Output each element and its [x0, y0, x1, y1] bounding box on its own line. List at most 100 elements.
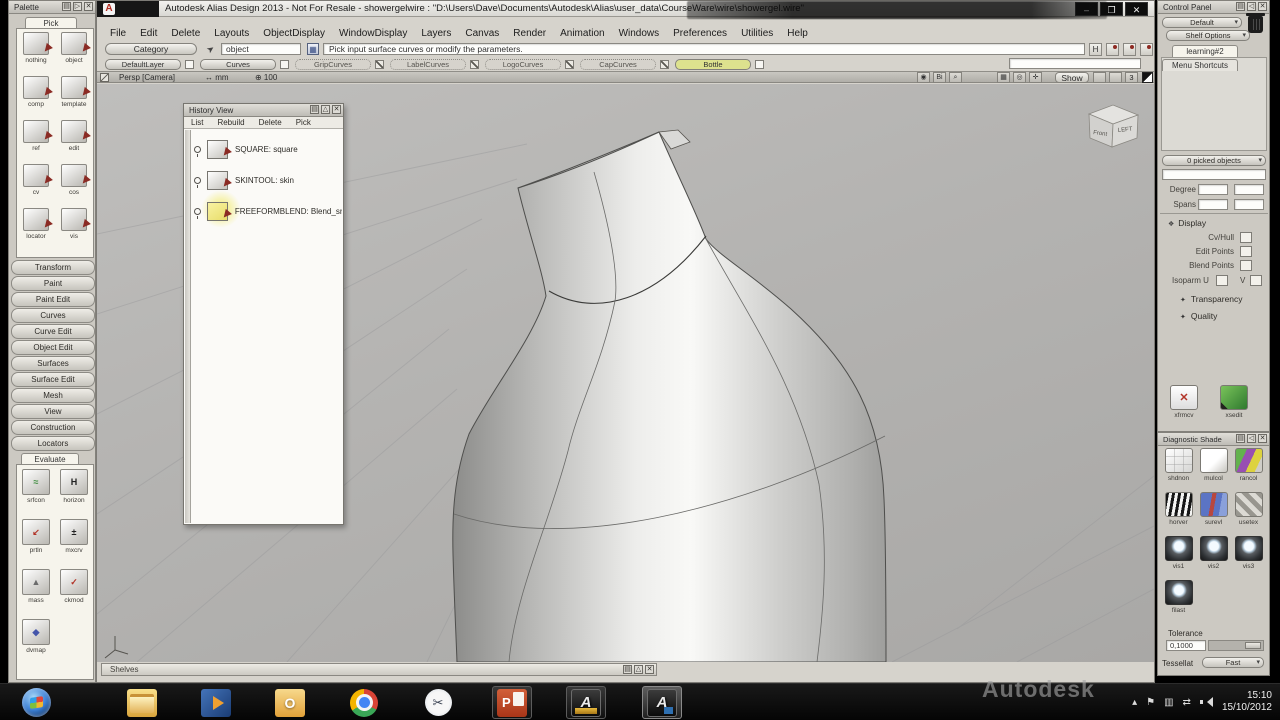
layer-visibility-checkbox[interactable] — [280, 60, 289, 69]
history-titlebar[interactable]: History View ▤ △ ✕ — [184, 104, 343, 117]
taskbar-slot-snipping-tool[interactable] — [418, 686, 458, 719]
history-toggle-icon[interactable] — [194, 177, 201, 184]
expander-transparency[interactable]: Transparency — [1180, 294, 1243, 304]
palette-tool-ckmod[interactable]: ✓ ckmod — [55, 569, 93, 619]
tool-option-icon-2[interactable] — [1123, 43, 1136, 56]
control-panel-collapse-icon[interactable]: ◁ — [1247, 2, 1256, 11]
display-section-header[interactable]: Display — [1168, 218, 1206, 228]
devices-icon[interactable]: ▥ — [1164, 697, 1173, 708]
taskbar-slot-alias-design[interactable] — [642, 686, 682, 719]
shelves-menu-icon[interactable]: ▤ — [623, 665, 632, 674]
taskbar-slot-powerpoint[interactable] — [492, 686, 532, 719]
taskbar-slot-chrome[interactable] — [344, 686, 384, 719]
diagnostic-tool-vis1[interactable]: vis1 — [1161, 536, 1196, 580]
history-item[interactable]: FREEFORMBLEND: Blend_sr — [194, 198, 342, 224]
shelf-dropdown[interactable]: Default — [1162, 17, 1242, 28]
isoparm-v-checkbox[interactable] — [1250, 275, 1262, 286]
palette-section-curves[interactable]: Curves — [11, 308, 95, 323]
menu-utilities[interactable]: Utilities — [734, 27, 780, 42]
menu-objectdisplay[interactable]: ObjectDisplay — [256, 27, 332, 42]
diagnostic-tool-vis3[interactable]: vis3 — [1231, 536, 1266, 580]
palette-section-curve-edit[interactable]: Curve Edit — [11, 324, 95, 339]
layer-LabelCurves[interactable]: LabelCurves — [390, 59, 466, 70]
prompt-message-field[interactable]: Pick input surface curves or modify the … — [323, 43, 1085, 55]
close-button[interactable]: ✕ — [1125, 2, 1148, 16]
tolerance-slider-handle[interactable] — [1245, 642, 1261, 649]
tool-xsedit[interactable]: xsedit — [1216, 385, 1252, 427]
diagnostic-tool-rancol[interactable]: rancol — [1231, 448, 1266, 492]
magnifier-icon[interactable]: ⌕ — [949, 72, 962, 83]
palette-tool-comp[interactable]: comp — [17, 76, 55, 120]
viewport-titlebar[interactable]: Persp [Camera] ↔ mm ⊕ 100 ◉ Bi ⌕ ▦ ◎ ✛ S… — [97, 71, 1154, 83]
volume-icon[interactable] — [1200, 696, 1213, 708]
history-node-icon[interactable] — [207, 171, 228, 190]
palette-section-view[interactable]: View — [11, 404, 95, 419]
history-menu-list[interactable]: List — [184, 117, 210, 128]
diagnostic-tool-mulcol[interactable]: mulcol — [1196, 448, 1231, 492]
pan-icon[interactable]: ✛ — [1029, 72, 1042, 83]
history-menu-icon[interactable]: ▤ — [310, 105, 319, 114]
layer-visibility-checkbox[interactable] — [470, 60, 479, 69]
menu-render[interactable]: Render — [506, 27, 553, 42]
history-scroll-groove[interactable] — [185, 130, 191, 523]
taskbar-slot-start[interactable] — [16, 686, 56, 719]
degree-field-u[interactable] — [1198, 184, 1228, 195]
tool-xfrmcv[interactable]: xfrmcv — [1166, 385, 1202, 427]
history-menu-pick[interactable]: Pick — [289, 117, 318, 128]
degree-field-v[interactable] — [1234, 184, 1264, 195]
palette-section-paint[interactable]: Paint — [11, 276, 95, 291]
tool-option-icon-1[interactable] — [1106, 43, 1119, 56]
palette-section-surfaces[interactable]: Surfaces — [11, 356, 95, 371]
palette-close-icon[interactable]: ✕ — [84, 2, 93, 11]
shelves-close-icon[interactable]: ✕ — [645, 665, 654, 674]
history-toggle-icon[interactable] — [194, 208, 201, 215]
taskbar-slot-alias-speedform[interactable] — [566, 686, 606, 719]
layer-visibility-checkbox[interactable] — [565, 60, 574, 69]
palette-tool-dvmap[interactable]: ◆ dvmap — [17, 619, 55, 669]
layer-LogoCurves[interactable]: LogoCurves — [485, 59, 561, 70]
palette-tool-vis[interactable]: vis — [55, 208, 93, 252]
network-icon[interactable]: ⇄ — [1183, 697, 1191, 708]
tessellation-dropdown[interactable]: Fast — [1202, 657, 1264, 668]
grid-toggle-icon[interactable]: ▦ — [997, 72, 1010, 83]
palette-expand-icon[interactable]: ▷ — [73, 2, 82, 11]
prompt-grid-icon[interactable]: ▦ — [307, 43, 319, 55]
tolerance-input[interactable]: 0,1000 — [1166, 640, 1206, 651]
tab-menu-shortcuts[interactable]: Menu Shortcuts — [1162, 59, 1238, 71]
shade-toggle-icon[interactable]: ◎ — [1013, 72, 1026, 83]
layer-visibility-checkbox[interactable] — [755, 60, 764, 69]
show-button[interactable]: Show — [1055, 72, 1089, 83]
taskbar-slot-explorer[interactable] — [122, 686, 162, 719]
menu-layouts[interactable]: Layouts — [207, 27, 256, 42]
palette-section-transform[interactable]: Transform — [11, 260, 95, 275]
layer-visibility-checkbox[interactable] — [375, 60, 384, 69]
action-center-flag-icon[interactable]: ⚑ — [1146, 697, 1155, 708]
menu-windows[interactable]: Windows — [612, 27, 667, 42]
blend-points-checkbox[interactable] — [1240, 260, 1252, 271]
layer-extra-field[interactable] — [1009, 58, 1141, 69]
layer-DefaultLayer[interactable]: DefaultLayer — [105, 59, 181, 70]
camera-icon[interactable]: ◉ — [917, 72, 930, 83]
palette-section-paint-edit[interactable]: Paint Edit — [11, 292, 95, 307]
diagnostic-close-icon[interactable]: ✕ — [1258, 434, 1267, 443]
viewport-close-icon[interactable] — [100, 73, 109, 82]
menu-animation[interactable]: Animation — [553, 27, 611, 42]
palette-tool-locator[interactable]: locator — [17, 208, 55, 252]
tool-option-icon-3[interactable] — [1140, 43, 1153, 56]
object-field[interactable]: object — [221, 43, 301, 55]
history-menu-rebuild[interactable]: Rebuild — [210, 117, 251, 128]
menu-canvas[interactable]: Canvas — [458, 27, 506, 42]
palette-tool-template[interactable]: template — [55, 76, 93, 120]
diagnostic-tool-horver[interactable]: horver — [1161, 492, 1196, 536]
control-panel-menu-icon[interactable]: ▤ — [1236, 2, 1245, 11]
history-collapse-icon[interactable]: △ — [321, 105, 330, 114]
diagnostic-tool-surevl[interactable]: surevl — [1196, 492, 1231, 536]
alias-app-icon[interactable]: A — [103, 3, 115, 15]
history-menu-delete[interactable]: Delete — [252, 117, 289, 128]
diagnostic-menu-icon[interactable]: ▤ — [1236, 434, 1245, 443]
history-node-icon[interactable] — [207, 140, 228, 159]
tray-expand-icon[interactable]: ▴ — [1132, 697, 1137, 708]
palette-section-construction[interactable]: Construction — [11, 420, 95, 435]
viewport-blank-button-1[interactable] — [1093, 72, 1106, 83]
picked-objects-dropdown[interactable]: 0 picked objects — [1162, 155, 1266, 166]
